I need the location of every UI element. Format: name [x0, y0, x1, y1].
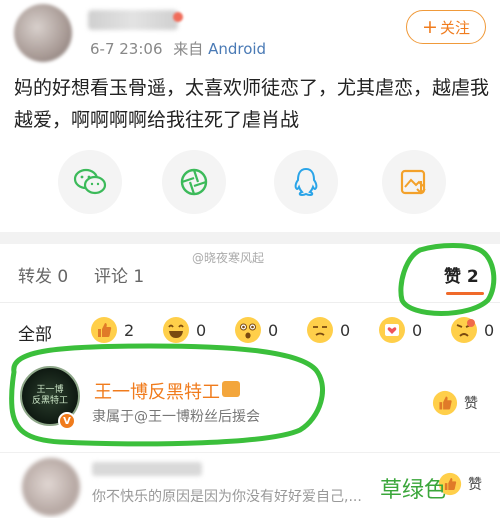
post-date: 6-7 23:06 — [90, 40, 163, 58]
row-separator — [0, 452, 500, 453]
author-badge — [173, 12, 183, 22]
qq-icon — [294, 167, 318, 197]
green-watermark: 草绿色 — [380, 478, 447, 503]
reaction-filter-heart[interactable]: 0 — [378, 316, 422, 344]
save-image-button[interactable] — [382, 150, 446, 214]
thumbs-up-icon — [91, 317, 117, 343]
follow-button[interactable]: + 关注 — [406, 10, 486, 44]
author-name-blurred[interactable] — [88, 10, 178, 30]
tab-comment[interactable]: 评论 1 — [94, 262, 144, 287]
save-image-icon — [400, 169, 426, 195]
liker-like-button[interactable]: 赞 — [432, 390, 478, 416]
liker-name-blurred[interactable] — [92, 462, 202, 476]
verified-badge: V — [58, 412, 76, 430]
tab-separator — [0, 302, 500, 303]
reaction-count: 0 — [484, 320, 495, 340]
reaction-count: 0 — [340, 320, 351, 340]
surprised-icon — [235, 317, 261, 343]
follow-label: 关注 — [439, 18, 470, 37]
moments-icon — [180, 168, 208, 196]
wechat-icon — [73, 168, 107, 195]
laugh-icon — [163, 317, 189, 343]
fan-badge-icon — [222, 381, 240, 397]
thumbs-up-icon — [432, 390, 458, 416]
post-meta: 6-7 23:06 来自 Android — [90, 38, 266, 59]
tab-like-label: 赞 — [444, 267, 461, 287]
reaction-count: 0 — [196, 320, 207, 340]
reaction-filter-like[interactable]: 2 — [90, 316, 134, 344]
image-watermark: @晓夜寒风起 — [192, 251, 265, 265]
reaction-count: 0 — [268, 320, 279, 340]
author-avatar[interactable] — [14, 4, 72, 62]
avatar-text: 反黑特工 — [31, 396, 68, 406]
active-tab-indicator — [446, 292, 484, 295]
share-qq-button[interactable] — [274, 150, 338, 214]
avatar-text: 王一博 — [36, 385, 64, 395]
share-wechat-button[interactable] — [58, 150, 122, 214]
like-label: 赞 — [464, 396, 478, 412]
post-text: 妈的好想看玉骨遥，太喜欢师徒恋了，尤其虐恋，越虐我越爱，啊啊啊啊给我往死了虐肖战 — [14, 77, 490, 131]
angry-icon — [451, 317, 477, 343]
tab-like[interactable]: 赞 2 — [444, 262, 479, 287]
liker-bio: 你不快乐的原因是因为你没有好好爱自己,... — [92, 489, 362, 505]
reaction-filter-sad[interactable]: 0 — [306, 316, 350, 344]
reaction-filter-laugh[interactable]: 0 — [162, 316, 206, 344]
liker-affiliation: 隶属于@王一博粉丝后援会 — [92, 409, 260, 425]
tab-like-count: 2 — [466, 267, 479, 287]
post-source[interactable]: Android — [208, 40, 266, 58]
heart-icon — [379, 317, 405, 343]
reaction-count: 2 — [124, 320, 135, 340]
reaction-filter-surprised[interactable]: 0 — [234, 316, 278, 344]
reaction-filter-all[interactable]: 全部 — [18, 320, 52, 345]
sad-icon — [307, 317, 333, 343]
tab-repost[interactable]: 转发 0 — [18, 262, 68, 287]
post-source-prefix: 来自 — [173, 40, 204, 58]
section-divider — [0, 232, 500, 244]
liker-name[interactable]: 王一博反黑特工 — [94, 378, 220, 404]
reaction-filter-angry[interactable]: 0 — [450, 316, 494, 344]
liker-avatar[interactable] — [22, 458, 80, 516]
share-moments-button[interactable] — [162, 150, 226, 214]
plus-icon: + — [422, 15, 438, 38]
like-label: 赞 — [468, 477, 482, 493]
reaction-count: 0 — [412, 320, 423, 340]
